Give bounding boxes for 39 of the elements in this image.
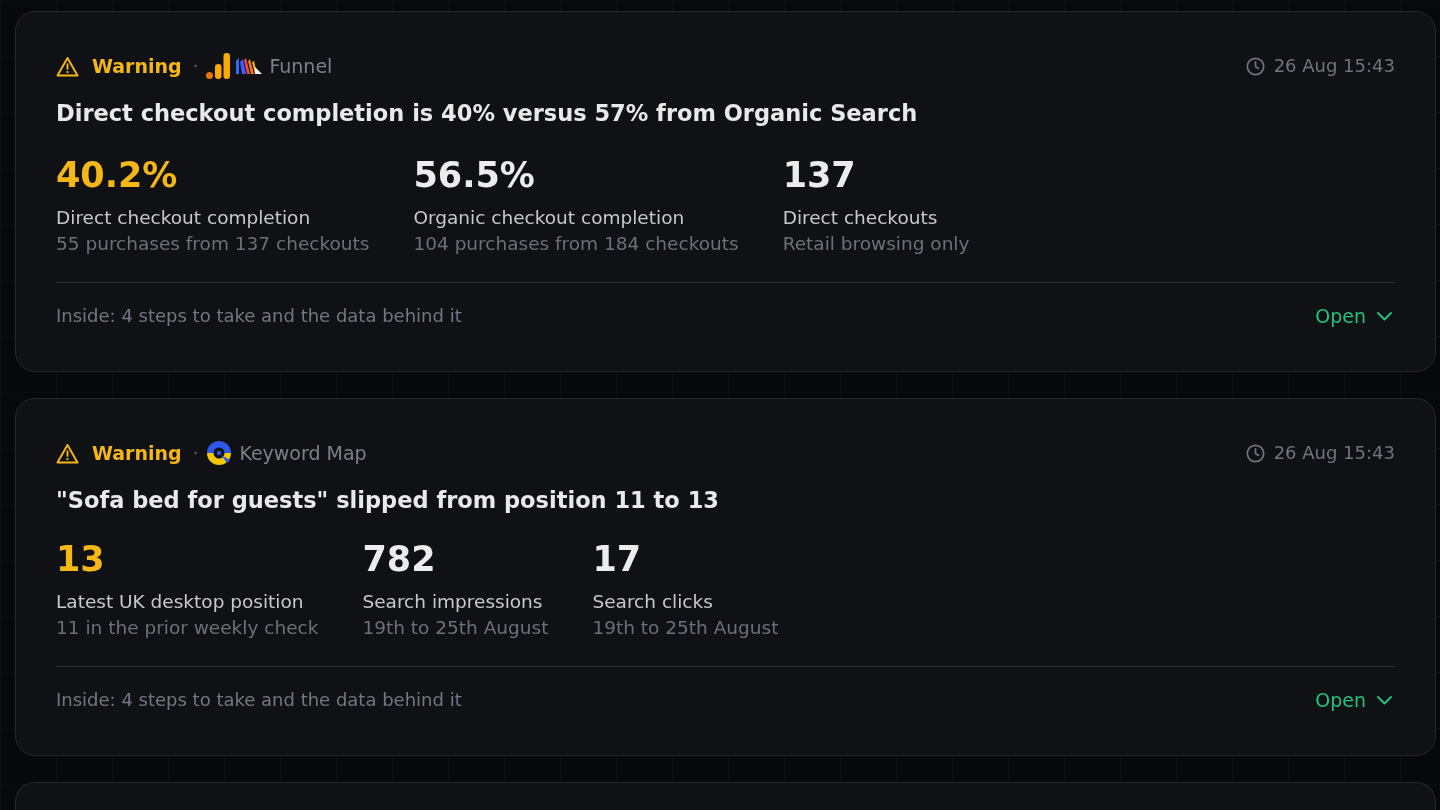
metric-value: 13 bbox=[56, 538, 106, 581]
timestamp: 26 Aug 15:43 bbox=[1273, 54, 1395, 78]
metric-label: Search impressions bbox=[362, 590, 544, 614]
clock-icon bbox=[1245, 443, 1265, 463]
source-label: Keyword Map bbox=[239, 441, 367, 465]
metric-label: Organic checkout completion bbox=[413, 206, 686, 230]
source-label: Funnel bbox=[269, 54, 333, 78]
metric-value: 40.2% bbox=[56, 154, 179, 197]
metric-detail: 19th to 25th August bbox=[592, 616, 779, 640]
separator-dot: · bbox=[192, 441, 199, 465]
card-title: "Sofa bed for guests" slipped from position 11 to 13 bbox=[56, 486, 720, 515]
open-button[interactable]: Open bbox=[1315, 688, 1392, 712]
footer-note: Inside: 4 steps to take and the data behind it bbox=[56, 688, 462, 712]
footer-note: Inside: 4 steps to take and the data behind it bbox=[56, 304, 462, 328]
metric-detail: 104 purchases from 184 checkouts bbox=[413, 232, 739, 256]
metric-detail: 19th to 25th August bbox=[362, 616, 549, 640]
metric-value: 137 bbox=[782, 154, 857, 197]
magnifier-logo-icon bbox=[206, 440, 233, 466]
warning-icon bbox=[56, 442, 79, 464]
warning-icon bbox=[56, 55, 79, 77]
metric-label: Direct checkout completion bbox=[56, 206, 312, 230]
bar-chart-icon bbox=[206, 53, 231, 79]
metric-value: 56.5% bbox=[413, 154, 536, 197]
metric-detail: Retail browsing only bbox=[782, 232, 970, 256]
metric-value: 782 bbox=[362, 538, 437, 581]
clock-icon bbox=[1245, 56, 1265, 76]
severity-label: Warning bbox=[92, 54, 182, 78]
metric-label: Direct checkouts bbox=[782, 206, 939, 230]
striped-logo-icon bbox=[236, 58, 263, 74]
metric-detail: 55 purchases from 137 checkouts bbox=[56, 232, 370, 256]
card-title: Direct checkout completion is 40% versus 57% from Organic Search bbox=[56, 99, 919, 128]
separator-dot: · bbox=[192, 54, 199, 78]
open-button[interactable]: Open bbox=[1315, 304, 1392, 328]
severity-label: Warning bbox=[92, 441, 182, 465]
timestamp: 26 Aug 15:43 bbox=[1273, 441, 1395, 465]
metric-label: Search clicks bbox=[592, 590, 714, 614]
metric-label: Latest UK desktop position bbox=[56, 590, 305, 614]
metric-detail: 11 in the prior weekly check bbox=[56, 616, 319, 640]
metric-value: 17 bbox=[592, 538, 643, 581]
